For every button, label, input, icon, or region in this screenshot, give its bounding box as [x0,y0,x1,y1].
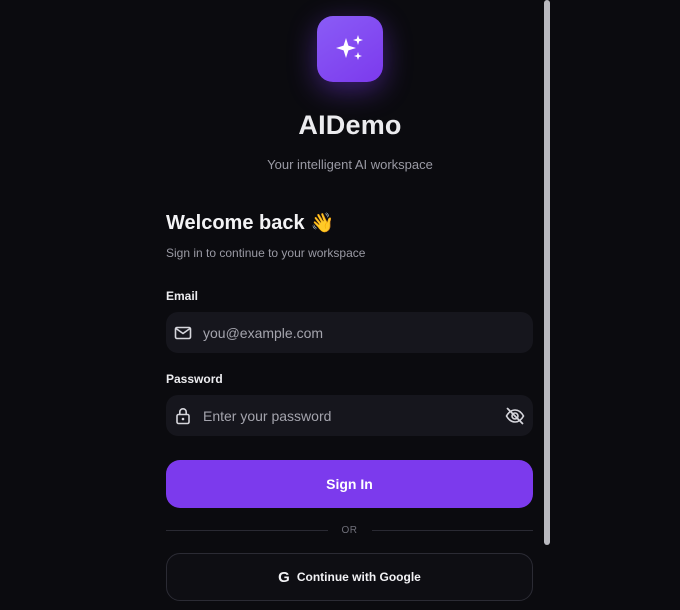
email-label: Email [166,289,199,303]
scrollbar[interactable] [543,0,551,610]
sign-in-button[interactable]: Sign In [166,460,533,508]
divider-line-right [371,529,533,531]
google-icon: G [278,568,290,586]
eye-off-icon[interactable] [504,405,526,427]
google-sign-in-button[interactable]: G Continue with Google [166,553,533,601]
google-button-label: Continue with Google [296,570,421,584]
sparkles-icon [333,32,367,66]
page-title: Welcome back 👋 [166,211,334,235]
divider-label: OR [341,524,358,536]
email-field[interactable] [166,312,533,353]
or-divider: OR [166,522,533,538]
email-input[interactable] [203,324,533,341]
login-page: AIDemo Your intelligent AI workspace Wel… [0,0,680,610]
password-label: Password [166,372,223,386]
welcome-heading: Welcome back [166,212,305,234]
divider-line-left [166,529,328,531]
app-tagline: Your intelligent AI workspace [267,157,433,172]
page-subtitle: Sign in to continue to your workspace [166,246,366,260]
password-field[interactable] [166,395,533,436]
waving-hand-emoji: 👋 [310,213,335,234]
app-name: AIDemo [298,110,402,140]
mail-icon [173,323,193,343]
lock-icon [173,406,193,426]
app-logo [317,16,383,82]
scrollbar-thumb[interactable] [544,0,550,545]
password-input[interactable] [203,407,504,424]
